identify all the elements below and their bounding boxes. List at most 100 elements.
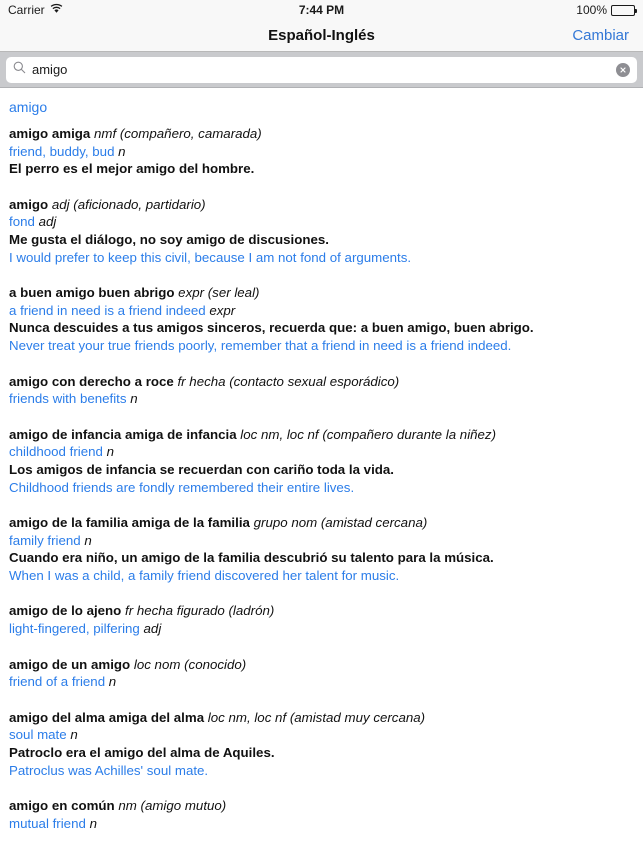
entry-headword-line: amigo de lo ajeno fr hecha figurado (lad… — [9, 602, 634, 620]
entry-headword-line: amigo de infancia amiga de infancia loc … — [9, 426, 634, 444]
entry-headword: amigo del alma amiga del alma — [9, 709, 205, 725]
dictionary-entry: amigo de infancia amiga de infancia loc … — [9, 408, 634, 496]
entry-translation-line[interactable]: a friend in need is a friend indeed expr — [9, 302, 634, 320]
dictionary-entry: amigo adj (aficionado, partidario) fond a… — [9, 178, 634, 266]
dictionary-entry: a buen amigo buen abrigo expr (ser leal)… — [9, 266, 634, 354]
battery-icon — [611, 4, 637, 16]
entry-english-example: Childhood friends are fondly remembered … — [9, 479, 355, 495]
entry-part-of-speech: n — [85, 815, 97, 831]
search-icon — [13, 61, 26, 79]
entry-grammar: fr hecha (contacto sexual esporádico) — [173, 373, 400, 389]
entry-translation-line[interactable]: friends with benefits n — [9, 390, 634, 408]
entry-grammar: loc nom (conocido) — [130, 656, 247, 672]
entry-translation-line[interactable]: light-fingered, pilfering adj — [9, 620, 634, 638]
entry-headword: amigo — [9, 196, 49, 212]
entry-grammar: adj (aficionado, partidario) — [48, 196, 206, 212]
entry-headword: amigo de lo ajeno — [9, 603, 122, 619]
entry-grammar: expr (ser leal) — [174, 285, 260, 301]
entry-grammar: loc nm, loc nf (compañero durante la niñ… — [236, 426, 497, 442]
entry-grammar: nm (amigo mutuo) — [114, 798, 227, 814]
entry-grammar: loc nm, loc nf (amistad muy cercana) — [204, 709, 426, 725]
entry-headword-line: amigo de la familia amiga de la familia … — [9, 514, 634, 532]
dictionary-entry: amigo en común nm (amigo mutuo) mutual fr… — [9, 779, 634, 832]
status-bar-time: 7:44 PM — [298, 3, 345, 17]
entry-translation-line[interactable]: childhood friend n — [9, 443, 634, 461]
dictionary-entry: amigo amiga nmf (compañero, camarada) fri… — [9, 118, 634, 178]
dictionary-entry: amigo con derecho a roce fr hecha (conta… — [9, 355, 634, 408]
entry-headword: amigo amiga — [9, 126, 91, 141]
entry-spanish-example: Los amigos de infancia se recuerdan con … — [9, 461, 394, 477]
entry-part-of-speech: n — [105, 674, 117, 690]
entry-translation-line[interactable]: mutual friend n — [9, 815, 634, 833]
entry-headword: amigo en común — [9, 798, 115, 814]
entry-spanish-example: El perro es el mejor amigo del hombre. — [9, 161, 255, 177]
search-bar-container: amigo — [0, 52, 643, 88]
entry-spanish-example: Me gusta el diálogo, no soy amigo de dis… — [9, 231, 329, 247]
entry-translation[interactable]: family friend — [9, 533, 81, 548]
entry-part-of-speech: adj — [34, 214, 57, 230]
entry-headword: amigo de infancia amiga de infancia — [9, 426, 237, 442]
entry-translation-line[interactable]: friend of a friend n — [9, 673, 634, 691]
entry-english-example: I would prefer to keep this civil, becau… — [9, 249, 412, 265]
entry-part-of-speech: adj — [139, 621, 162, 637]
status-bar: Carrier 7:44 PM 100% — [0, 0, 643, 20]
entry-english-example: Never treat your true friends poorly, re… — [9, 337, 512, 353]
entry-translation[interactable]: childhood friend — [9, 444, 103, 459]
entry-translation[interactable]: a friend in need is a friend indeed — [9, 303, 206, 318]
entry-translation[interactable]: mutual friend — [9, 816, 86, 831]
entry-grammar: nmf (compañero, camarada) — [90, 126, 262, 141]
entry-spanish-example: Nunca descuides a tus amigos sinceros, r… — [9, 320, 534, 336]
dictionary-entry: amigo de la familia amiga de la familia … — [9, 496, 634, 584]
entry-headword-line: amigo amiga nmf (compañero, camarada) — [9, 125, 634, 143]
entry-part-of-speech: n — [66, 727, 78, 743]
entry-headword-line: a buen amigo buen abrigo expr (ser leal) — [9, 284, 634, 302]
dictionary-entry: amigo de lo ajeno fr hecha figurado (lad… — [9, 584, 634, 637]
entry-spanish-example: Patroclo era el amigo del alma de Aquile… — [9, 745, 275, 761]
entry-english-example: Patroclus was Achilles' soul mate. — [9, 762, 209, 778]
entry-grammar: grupo nom (amistad cercana) — [249, 515, 428, 531]
entry-part-of-speech: expr — [205, 302, 236, 318]
wifi-icon — [50, 3, 63, 17]
carrier-label: Carrier — [8, 3, 45, 17]
entry-headword: amigo de un amigo — [9, 656, 131, 672]
entry-translation[interactable]: friend of a friend — [9, 674, 105, 689]
entry-headword: amigo de la familia amiga de la familia — [9, 515, 250, 531]
switch-language-button[interactable]: Cambiar — [572, 27, 629, 44]
entry-english-example: When I was a child, a family friend disc… — [9, 567, 400, 583]
results-scroll-area[interactable]: amigo amigo amiga nmf (compañero, camara… — [0, 88, 643, 855]
entry-headword-line: amigo del alma amiga del alma loc nm, lo… — [9, 709, 634, 727]
entry-translation[interactable]: light-fingered, pilfering — [9, 621, 140, 636]
entry-spanish-example: Cuando era niño, un amigo de la familia … — [9, 550, 494, 566]
result-word-heading[interactable]: amigo — [9, 88, 634, 118]
status-bar-right: 100% — [576, 3, 637, 17]
entry-part-of-speech: n — [126, 391, 138, 407]
search-input[interactable]: amigo — [32, 57, 616, 83]
entry-headword-line: amigo adj (aficionado, partidario) — [9, 196, 634, 214]
search-field[interactable]: amigo — [6, 56, 637, 83]
dictionary-entry-list: amigo amiga nmf (compañero, camarada) fri… — [9, 118, 634, 832]
entry-translation[interactable]: friend, buddy, bud — [9, 144, 114, 159]
entry-translation[interactable]: soul mate — [9, 727, 67, 742]
status-bar-left: Carrier — [8, 3, 63, 17]
navigation-bar: Español-Inglés Cambiar — [0, 20, 643, 52]
entry-translation[interactable]: friends with benefits — [9, 391, 127, 406]
entry-headword: a buen amigo buen abrigo — [9, 285, 175, 301]
dictionary-entry: amigo de un amigo loc nom (conocido) frie… — [9, 638, 634, 691]
entry-translation-line[interactable]: family friend n — [9, 532, 634, 550]
entry-part-of-speech: n — [102, 444, 114, 460]
entry-grammar: fr hecha figurado (ladrón) — [121, 603, 275, 619]
entry-headword-line: amigo con derecho a roce fr hecha (conta… — [9, 373, 634, 391]
page-title: Español-Inglés — [268, 27, 375, 44]
entry-headword: amigo con derecho a roce — [9, 373, 174, 389]
battery-percent-label: 100% — [576, 3, 607, 17]
entry-headword-line: amigo de un amigo loc nom (conocido) — [9, 656, 634, 674]
entry-part-of-speech: n — [80, 532, 92, 548]
entry-translation-line[interactable]: soul mate n — [9, 726, 634, 744]
entry-translation-line[interactable]: friend, buddy, bud n — [9, 143, 634, 161]
clear-search-icon[interactable] — [616, 62, 630, 77]
entry-headword-line: amigo en común nm (amigo mutuo) — [9, 797, 634, 815]
entry-part-of-speech: n — [114, 143, 126, 159]
entry-translation-line[interactable]: fond adj — [9, 213, 634, 231]
entry-translation[interactable]: fond — [9, 214, 35, 229]
dictionary-entry: amigo del alma amiga del alma loc nm, lo… — [9, 691, 634, 779]
